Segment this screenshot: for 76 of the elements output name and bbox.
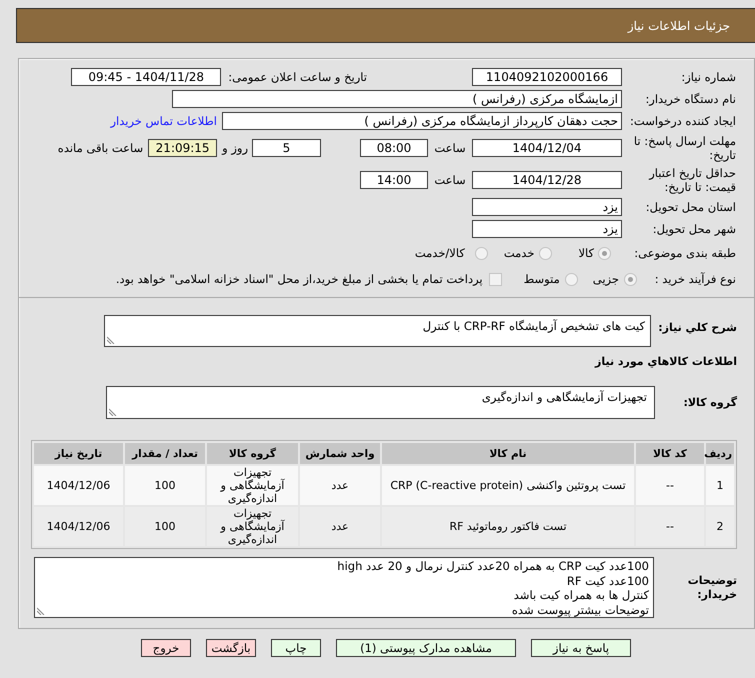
table-cell: 1404/12/06	[34, 466, 123, 505]
radio-button[interactable]	[539, 246, 552, 260]
column-header: کد کالا	[636, 443, 704, 464]
action-button[interactable]: پاسخ به نیاز	[531, 639, 631, 657]
requester-field[interactable]: حجت دهقان کارپرداز ازمایشگاه مرکزی (رفرانس )	[222, 112, 622, 130]
table-cell: تجهیزات آزمایشگاهی و اندازه‌گیری	[207, 507, 298, 546]
field-label: روز و	[222, 141, 248, 155]
action-button[interactable]: چاپ	[271, 639, 321, 657]
time-field[interactable]: 14:00	[360, 171, 428, 189]
field-label: ایجاد کننده درخواست:	[629, 114, 736, 128]
field-label: نام دستگاه خریدار:	[644, 92, 736, 106]
field-label: استان محل تحویل:	[644, 200, 736, 214]
radio-label[interactable]: جزیی	[592, 272, 619, 286]
column-header: گروه کالا	[207, 443, 298, 464]
table-cell: 1404/12/06	[34, 507, 123, 546]
date-field[interactable]: 1404/12/28	[472, 171, 622, 189]
table-cell: 1	[706, 466, 734, 505]
remaining-time-field: 21:09:15	[148, 139, 218, 157]
page-title: جزئیات اطلاعات نیاز	[628, 18, 730, 32]
radio-button[interactable]	[624, 272, 637, 286]
buyer-field[interactable]: ازمایشگاه مرکزی (رفرانس )	[172, 90, 622, 108]
action-button[interactable]: بازگشت	[206, 639, 256, 657]
radio-label[interactable]: کالا/خدمت	[414, 246, 465, 260]
field-label: شهر محل تحویل:	[652, 222, 736, 236]
radio-button[interactable]	[564, 272, 578, 286]
days-field[interactable]: 5	[252, 139, 321, 157]
radio-label[interactable]: کالا	[578, 246, 594, 260]
field-label: شماره نیاز:	[680, 70, 736, 84]
resize-grip-icon[interactable]	[109, 408, 117, 416]
announcement-field[interactable]: 1404/11/28 - 09:45	[71, 68, 222, 86]
table-cell: عدد	[300, 507, 380, 546]
description-field[interactable]: کیت های تشخیص آزمایشگاه CRP-RF با کنترل	[104, 315, 651, 347]
contact-link[interactable]: اطلاعات تماس خریدار	[110, 114, 217, 128]
field-label: گروه کالا:	[682, 396, 737, 410]
field-label: شرح کلي نياز:	[657, 320, 737, 335]
checkbox-label[interactable]: پرداخت تمام یا بخشی از مبلغ خرید،از محل "اسناد خزانه اسلامی" خواهد بود.	[116, 272, 483, 286]
time-field[interactable]: 08:00	[360, 139, 428, 157]
need-number-field[interactable]: 1104092102000166	[472, 68, 622, 86]
column-header: واحد شمارش	[300, 443, 380, 464]
field-label: طبقه بندی موضوعی:	[633, 246, 736, 260]
action-button[interactable]: مشاهده مدارک پیوستی (1)	[336, 639, 516, 657]
column-header: نام کالا	[382, 443, 634, 464]
table-cell: --	[636, 466, 704, 505]
checkbox[interactable]	[488, 272, 502, 286]
table-cell: تست پروتئین واکنشی CRP (C-reactive protein)	[382, 466, 634, 505]
city-field[interactable]: یزد	[472, 220, 622, 238]
column-header: ردیف	[706, 443, 734, 464]
table-cell: 2	[706, 507, 734, 546]
radio-button[interactable]	[474, 246, 488, 260]
buyer-notes-field[interactable]: 100عدد کیت CRP به همراه 20عدد کنترل نرمال و 20 عدد high 100عدد کیت RF کنترل ها به همراه کیت باشد توضیحات بیشتر پیوست شده	[34, 557, 654, 618]
table-cell: --	[636, 507, 704, 546]
province-field[interactable]: یزد	[472, 198, 622, 216]
radio-label[interactable]: خدمت	[504, 246, 534, 260]
column-header: تعداد / مقدار	[125, 443, 205, 464]
table-cell: عدد	[300, 466, 380, 505]
field-label: ساعت	[433, 173, 467, 187]
field-label: ساعت باقی مانده	[58, 141, 144, 155]
field-label: مهلت ارسال پاسخ: تا تاریخ:	[632, 134, 736, 162]
table-cell: 100	[125, 507, 205, 546]
table-cell: تجهیزات آزمایشگاهی و اندازه‌گیری	[207, 466, 298, 505]
resize-grip-icon[interactable]	[37, 607, 45, 615]
date-field[interactable]: 1404/12/04	[472, 139, 622, 157]
action-button[interactable]: خروج	[141, 639, 191, 657]
radio-label[interactable]: متوسط	[524, 272, 560, 286]
resize-grip-icon[interactable]	[107, 336, 115, 344]
section-title: اطلاعات کالاهاي مورد نياز	[594, 354, 737, 370]
field-label: توضیحات خریدار:	[686, 574, 737, 602]
goods-group-field[interactable]: تجهیزات آزمایشگاهی و اندازه‌گیری	[106, 386, 655, 419]
table-cell: تست فاکتور روماتوئید RF	[382, 507, 634, 546]
field-label: تاریخ و ساعت اعلان عمومی:	[228, 70, 367, 84]
column-header: تاریخ نیاز	[34, 443, 123, 464]
table-cell: 100	[125, 466, 205, 505]
field-label: حداقل تاریخ اعتبار قیمت: تا تاریخ:	[648, 166, 736, 194]
field-label: ساعت	[433, 141, 467, 155]
field-label: نوع فرآیند خرید :	[654, 272, 736, 286]
radio-button[interactable]	[598, 246, 611, 260]
